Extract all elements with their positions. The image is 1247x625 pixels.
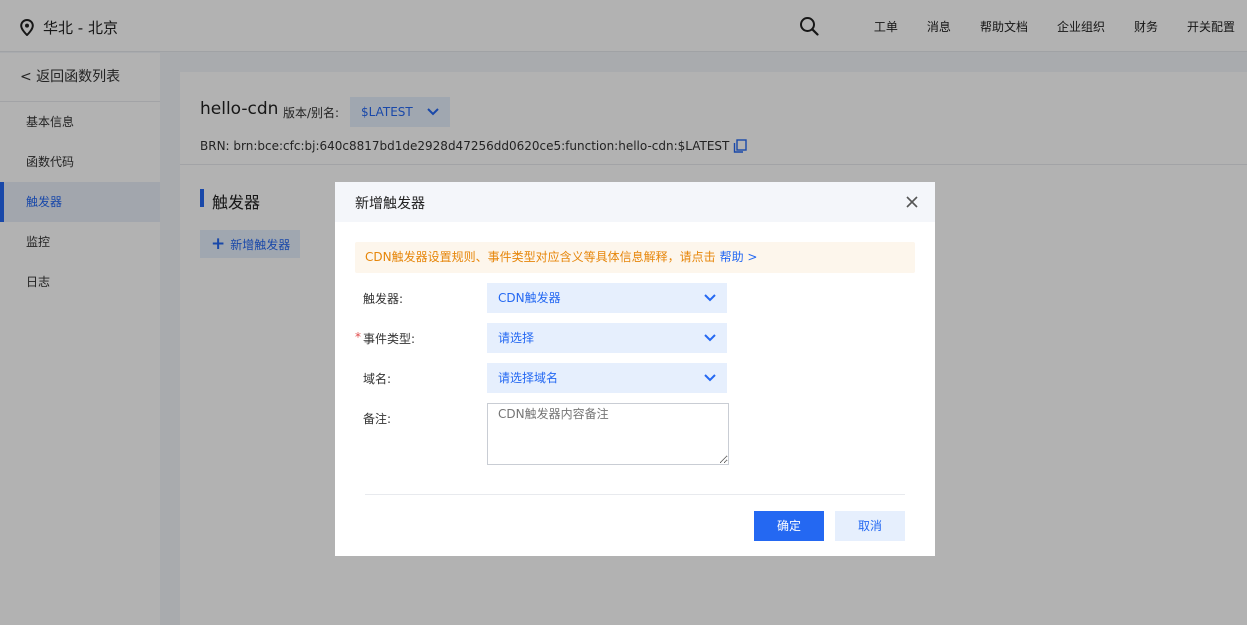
cancel-button[interactable]: 取消 [835, 511, 905, 541]
domain-select[interactable]: 请选择域名 [487, 363, 727, 393]
trigger-type-label: 触发器: [363, 292, 404, 306]
notice-text: CDN触发器设置规则、事件类型对应含义等具体信息解释，请点击 [365, 250, 716, 264]
dialog-header: 新增触发器 [335, 182, 935, 222]
domain-value: 请选择域名 [498, 371, 559, 385]
chevron-down-icon [704, 374, 716, 382]
remark-textarea[interactable] [487, 403, 729, 465]
dialog-title: 新增触发器 [355, 196, 425, 212]
event-type-select[interactable]: 请选择 [487, 323, 727, 353]
help-link[interactable]: 帮助 > [720, 250, 758, 264]
trigger-type-select[interactable]: CDN触发器 [487, 283, 727, 313]
chevron-down-icon [704, 334, 716, 342]
event-type-label-text: 事件类型: [363, 332, 416, 346]
domain-label: 域名: [363, 372, 392, 386]
help-notice: CDN触发器设置规则、事件类型对应含义等具体信息解释，请点击 帮助 > [355, 242, 915, 273]
event-type-value: 请选择 [498, 331, 535, 345]
confirm-button[interactable]: 确定 [754, 511, 824, 541]
event-type-label: * 事件类型: [355, 330, 416, 347]
remark-label: 备注: [363, 412, 392, 426]
chevron-down-icon [704, 294, 716, 302]
dialog-footer-divider [365, 494, 905, 495]
add-trigger-dialog: 新增触发器 CDN触发器设置规则、事件类型对应含义等具体信息解释，请点击 帮助 >… [335, 182, 935, 556]
required-mark: * [355, 330, 361, 344]
trigger-type-value: CDN触发器 [498, 291, 561, 305]
close-icon[interactable] [905, 195, 919, 212]
